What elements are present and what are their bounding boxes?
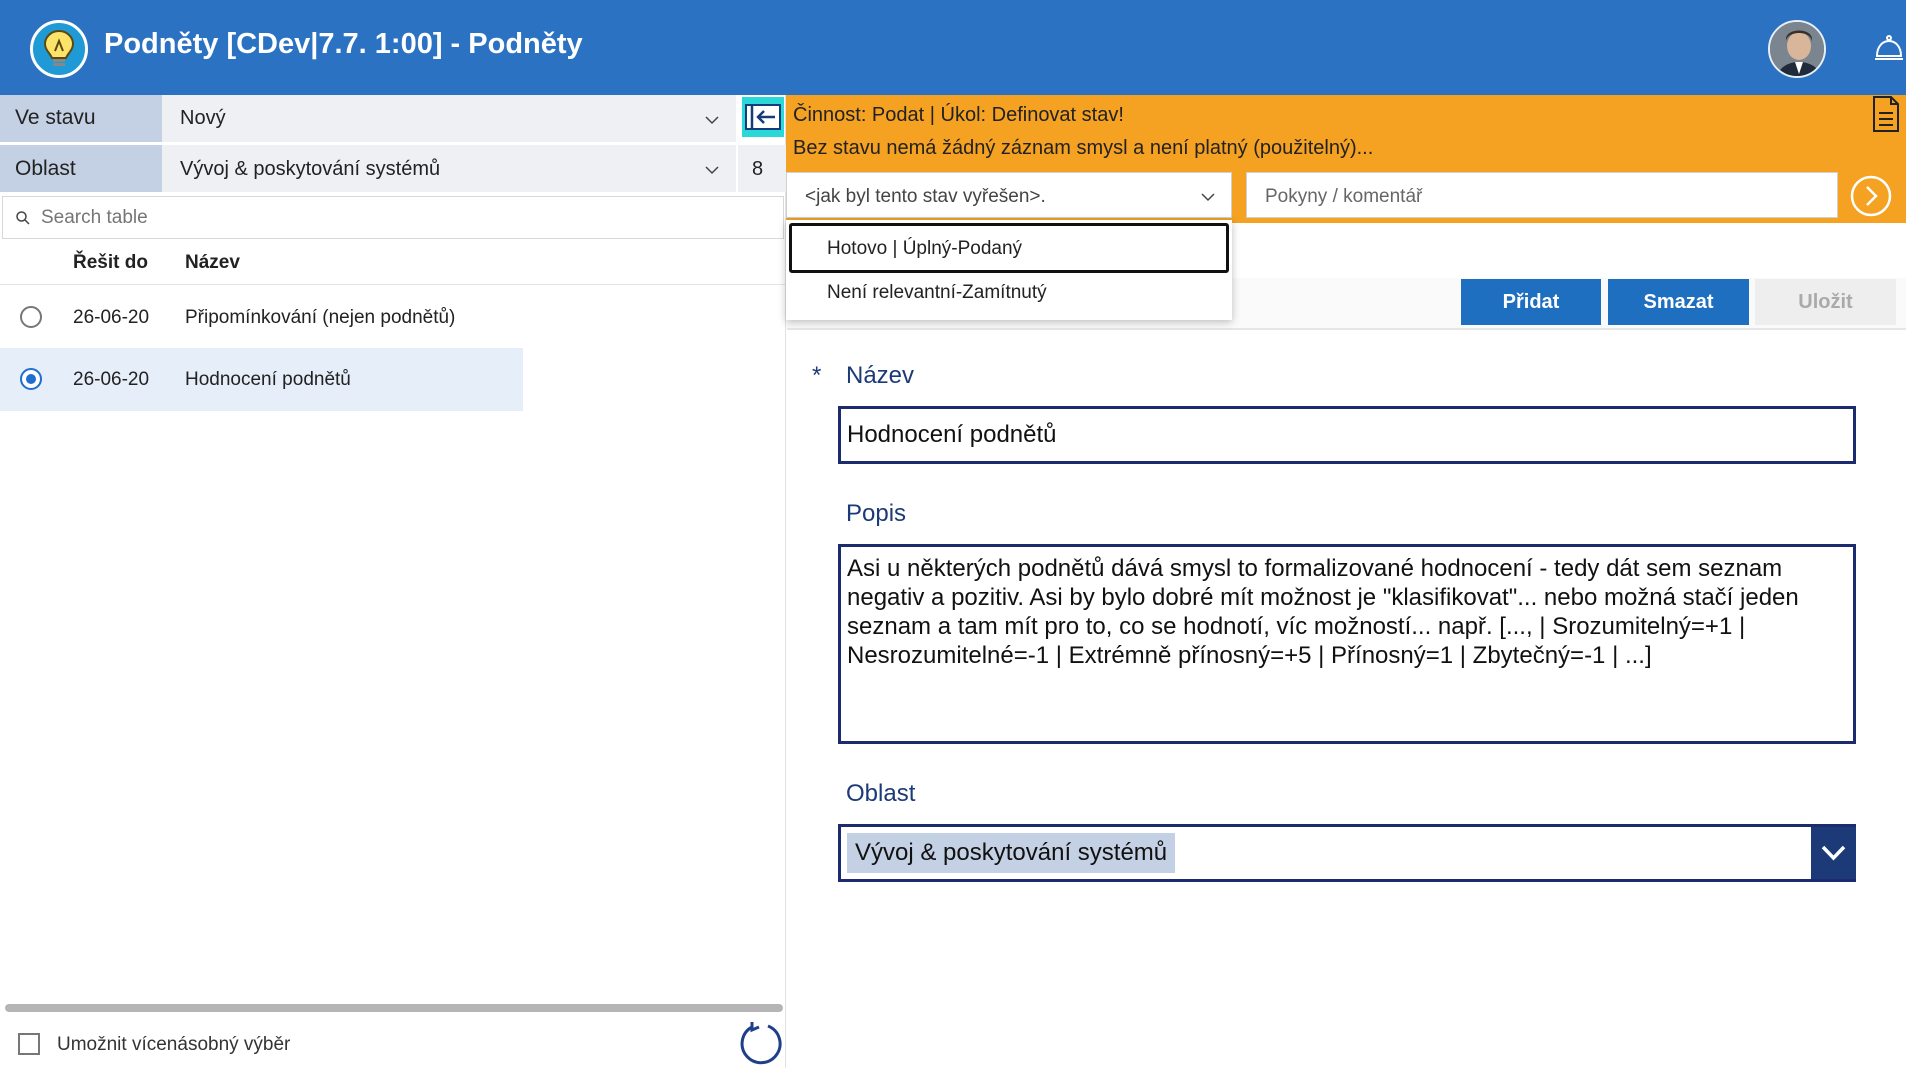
state-filter-value: Nový	[180, 107, 226, 129]
description-value: Asi u některých podnětů dává smysl to fo…	[847, 555, 1799, 669]
submit-arrow-button[interactable]	[1850, 175, 1892, 217]
row-radio-selected[interactable]	[20, 368, 42, 390]
area-select[interactable]: Vývoj & poskytování systémů	[838, 824, 1856, 882]
chevron-down-icon	[705, 116, 719, 125]
state-filter-label-box: Ve stavu	[0, 95, 162, 142]
required-marker: *	[812, 362, 822, 389]
delete-button[interactable]: Smazat	[1608, 279, 1749, 325]
description-field[interactable]: Asi u některých podnětů dává smysl to fo…	[838, 544, 1856, 744]
area-dropdown-button[interactable]	[1811, 827, 1856, 879]
collapse-panel-button[interactable]	[742, 97, 784, 137]
area-filter-label: Oblast	[15, 157, 76, 180]
record-count-box: 8	[738, 145, 786, 192]
document-icon[interactable]	[1871, 95, 1901, 133]
row-name: Hodnocení podnětů	[185, 369, 351, 390]
area-filter-label-box: Oblast	[0, 145, 162, 192]
dropdown-option-label: Není relevantní-Zamítnutý	[827, 282, 1047, 303]
row-radio[interactable]	[20, 306, 42, 328]
column-header-due-date[interactable]: Řešit do	[73, 252, 148, 274]
chevron-down-icon	[1821, 845, 1846, 861]
refresh-icon	[740, 1022, 782, 1065]
comment-input[interactable]: Pokyny / komentář	[1246, 172, 1838, 218]
horizontal-scrollbar[interactable]	[5, 1004, 783, 1012]
name-label: Název	[846, 362, 915, 389]
collapse-left-icon	[745, 104, 781, 130]
header-divider	[0, 284, 786, 285]
service-bell-icon[interactable]	[1873, 32, 1905, 64]
search-icon	[16, 211, 30, 225]
lightbulb-icon	[30, 20, 88, 78]
dropdown-option[interactable]: Hotovo | Úplný-Podaný	[789, 223, 1229, 273]
row-name: Připomínkování (nejen podnětů)	[185, 307, 456, 328]
chevron-right-circle-icon	[1850, 175, 1892, 217]
resolution-select[interactable]: <jak byl tento stav vyřešen>.	[786, 172, 1232, 218]
save-button[interactable]: Uložit	[1755, 279, 1896, 325]
area-filter-value: Vývoj & poskytování systémů	[180, 158, 441, 180]
description-label: Popis	[846, 500, 907, 527]
table-row-selected[interactable]: 26-06-20 Hodnocení podnětů	[0, 348, 523, 411]
row-due-date: 26-06-20	[73, 307, 150, 328]
app-header: Podněty [CDev|7.7. 1:00] - Podněty	[0, 0, 1906, 95]
area-label: Oblast	[846, 780, 916, 807]
name-field[interactable]: Hodnocení podnětů	[838, 406, 1856, 464]
area-filter-select[interactable]: Vývoj & poskytování systémů	[162, 145, 736, 192]
dropdown-option[interactable]: Není relevantní-Zamítnutý	[789, 276, 1229, 316]
list-panel	[0, 95, 786, 1068]
column-header-name[interactable]: Název	[185, 252, 240, 274]
refresh-button[interactable]	[738, 1020, 784, 1066]
comment-placeholder: Pokyny / komentář	[1265, 186, 1423, 207]
area-value: Vývoj & poskytování systémů	[847, 833, 1176, 873]
search-box	[2, 196, 784, 239]
resolution-dropdown-menu: Hotovo | Úplný-Podaný Není relevantní-Za…	[786, 220, 1232, 320]
state-filter-label: Ve stavu	[15, 106, 96, 129]
dropdown-option-label: Hotovo | Úplný-Podaný	[827, 238, 1023, 259]
multi-select-label: Umožnit vícenásobný výběr	[57, 1034, 291, 1055]
search-input[interactable]	[39, 197, 739, 238]
user-avatar[interactable]	[1768, 20, 1826, 78]
table-row[interactable]: 26-06-20 Připomínkování (nejen podnětů)	[0, 287, 523, 347]
record-count: 8	[752, 158, 764, 180]
add-button[interactable]: Přidat	[1461, 279, 1601, 325]
banner-activity-text: Činnost: Podat | Úkol: Definovat stav!	[793, 104, 1124, 126]
resolution-placeholder: <jak byl tento stav vyřešen>.	[805, 186, 1046, 207]
name-value: Hodnocení podnětů	[847, 421, 1057, 448]
app-title: Podněty [CDev|7.7. 1:00] - Podněty	[104, 28, 583, 60]
banner-hint-text: Bez stavu nemá žádný záznam smysl a není…	[793, 137, 1374, 159]
chevron-down-icon	[1201, 193, 1215, 202]
chevron-down-icon	[705, 166, 719, 175]
row-due-date: 26-06-20	[73, 369, 150, 390]
state-filter-select[interactable]: Nový	[162, 95, 736, 142]
multi-select-checkbox[interactable]	[18, 1033, 40, 1055]
